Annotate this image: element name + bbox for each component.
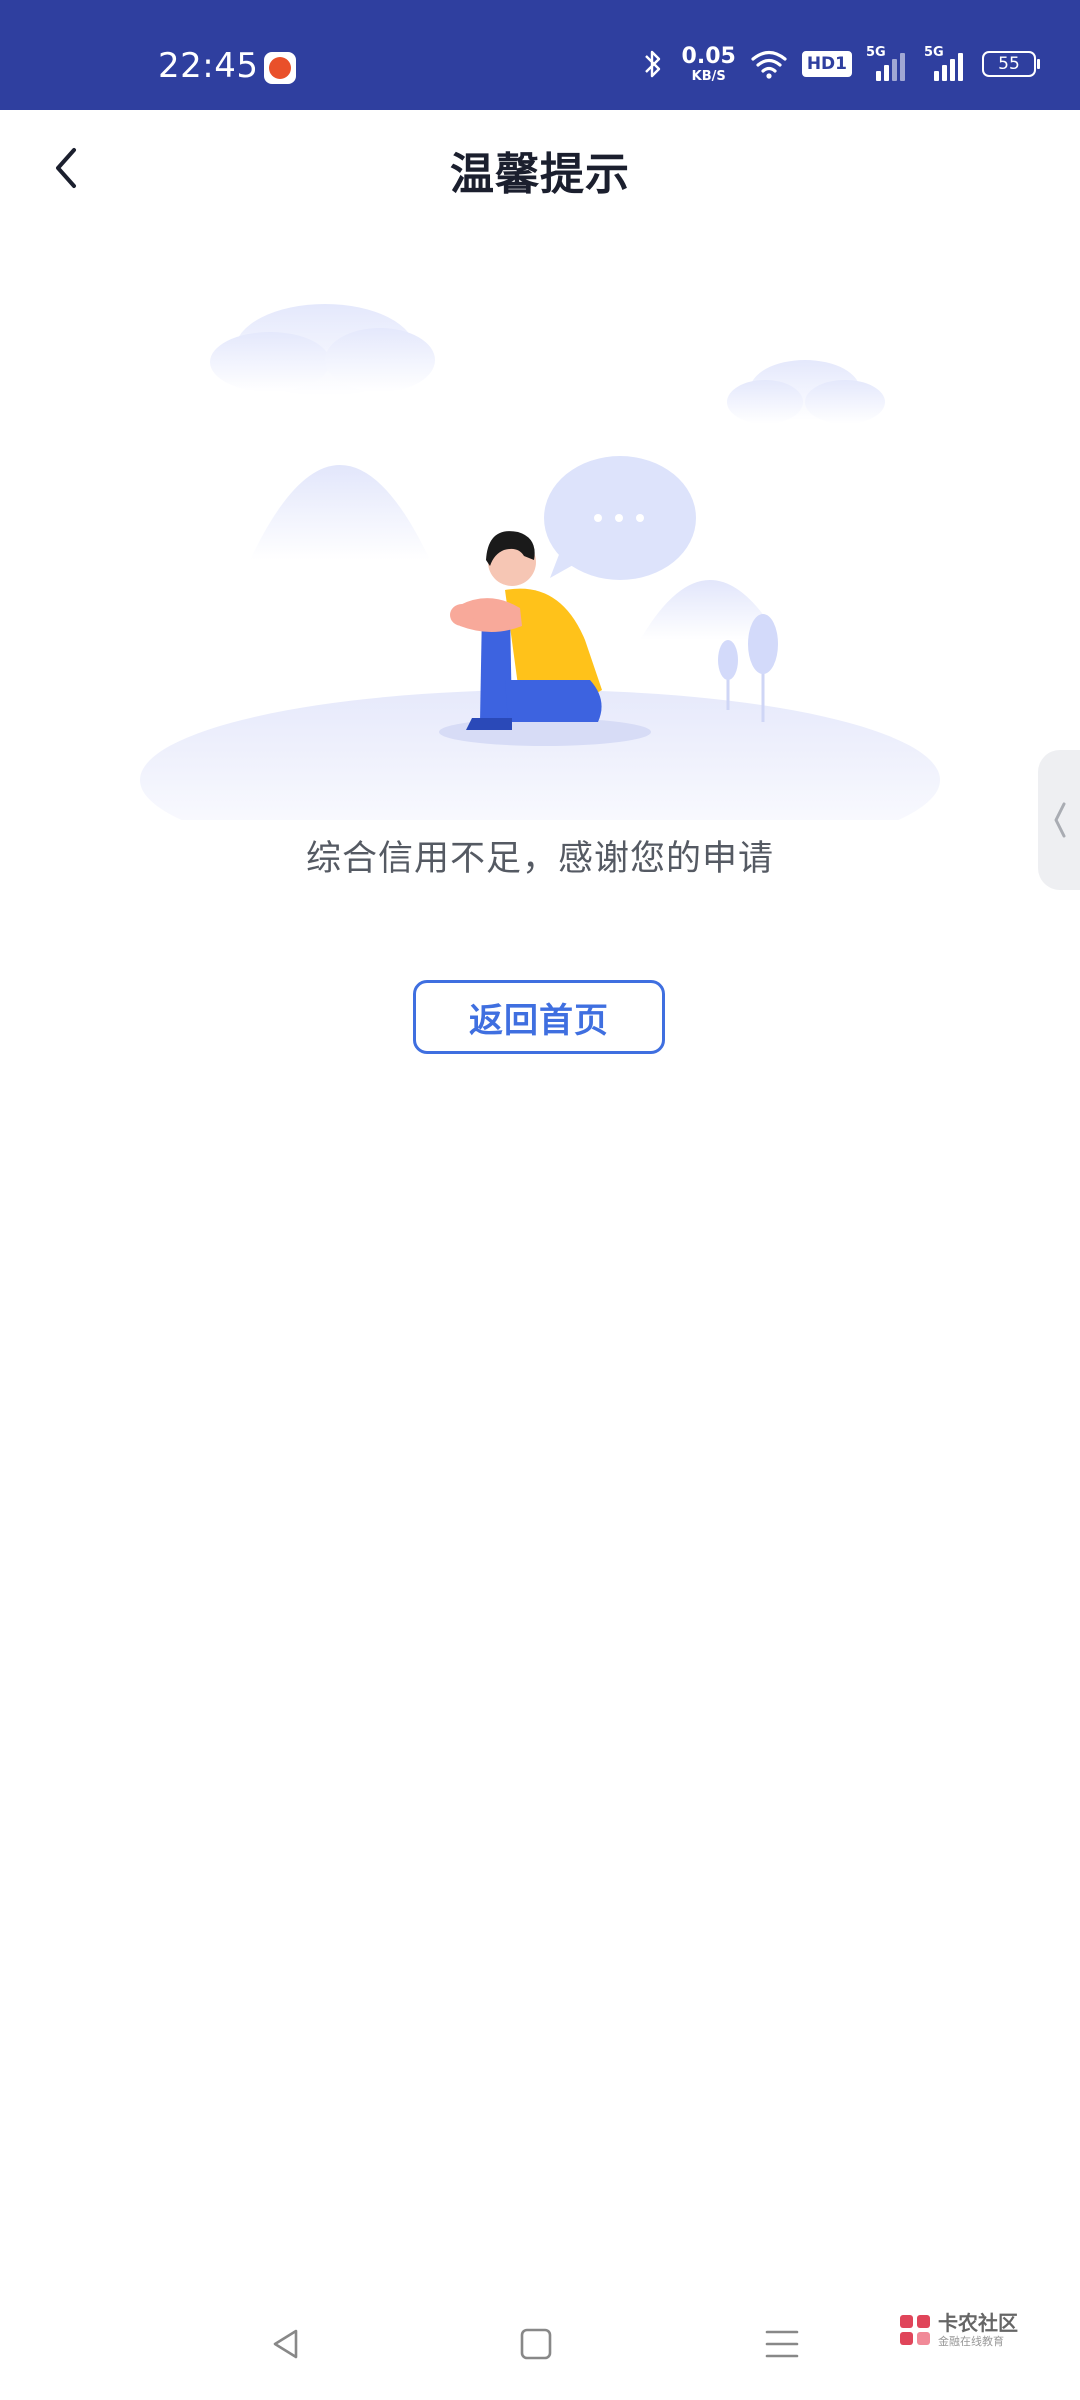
sad-person-illustration bbox=[140, 304, 940, 820]
menu-lines-icon bbox=[765, 2330, 799, 2358]
status-time: 22:45 bbox=[158, 46, 259, 86]
page-title: 温馨提示 bbox=[450, 149, 630, 200]
signal-icon-2: 5G bbox=[924, 45, 968, 81]
return-home-button[interactable]: 返回首页 bbox=[413, 980, 665, 1054]
app-header: 温馨提示 bbox=[0, 110, 1080, 226]
signal-icon-1: 5G bbox=[866, 45, 910, 81]
watermark-subtitle: 金融在线教育 bbox=[938, 2335, 1004, 2348]
nav-home-button[interactable] bbox=[518, 2326, 554, 2362]
square-home-icon bbox=[520, 2328, 552, 2360]
hill-left bbox=[250, 465, 430, 560]
triangle-back-icon bbox=[273, 2329, 298, 2359]
status-bar: 22:45 0.05 KB/S HD1 5G 5G 55 bbox=[0, 0, 1080, 110]
network-speed: 0.05 KB/S bbox=[681, 43, 736, 84]
speech-bubble bbox=[544, 456, 696, 580]
chevron-left-small-icon bbox=[1054, 802, 1066, 838]
watermark: 卡农社区 金融在线教育 bbox=[898, 2308, 1048, 2352]
side-floating-handle[interactable] bbox=[1038, 750, 1080, 890]
nav-recents-button[interactable] bbox=[764, 2326, 800, 2362]
credit-insufficient-message: 综合信用不足，感谢您的申请 bbox=[305, 839, 774, 879]
network-speed-value: 0.05 bbox=[681, 43, 736, 69]
notification-app-icon bbox=[264, 52, 296, 84]
battery-icon: 55 bbox=[982, 51, 1040, 77]
network-speed-unit: KB/S bbox=[691, 68, 726, 84]
status-icons: 0.05 KB/S HD1 5G 5G 55 bbox=[638, 40, 1040, 88]
nav-back-button[interactable] bbox=[268, 2326, 304, 2362]
cloud-left bbox=[210, 304, 435, 396]
wifi-icon bbox=[751, 50, 787, 79]
cloud-right bbox=[727, 360, 885, 424]
bluetooth-icon bbox=[644, 50, 660, 78]
battery-level: 55 bbox=[998, 54, 1020, 74]
hd-voice-icon: HD1 bbox=[801, 51, 852, 77]
watermark-logo-icon bbox=[900, 2315, 930, 2345]
watermark-title: 卡农社区 bbox=[938, 2311, 1018, 2335]
